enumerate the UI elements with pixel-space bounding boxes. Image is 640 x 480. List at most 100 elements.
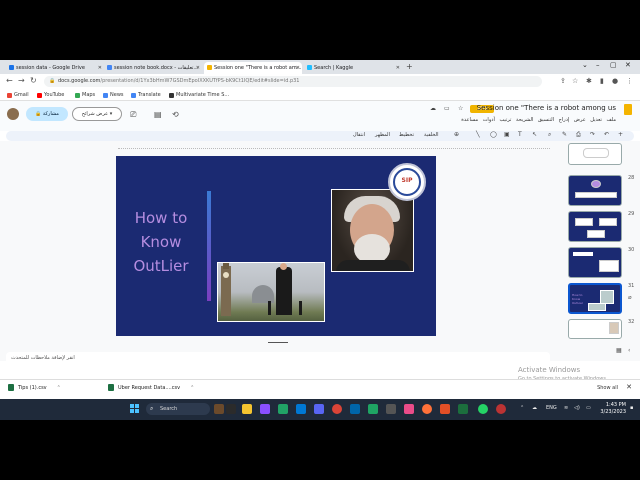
new-slide-icon[interactable]: + xyxy=(618,131,623,138)
slide-thumb-31[interactable]: How to Know OutLier xyxy=(568,283,622,314)
redo-icon[interactable]: ↷ xyxy=(590,131,595,138)
chevron-down-icon[interactable]: ⌃ xyxy=(190,385,194,391)
slide-thumb-27[interactable] xyxy=(568,143,622,165)
firefox-icon[interactable] xyxy=(422,404,432,414)
reload-icon[interactable]: ↻ xyxy=(30,76,37,85)
slide-thumb-30[interactable] xyxy=(568,247,622,278)
line-icon[interactable]: ╲ xyxy=(476,131,480,138)
grid-view-icon[interactable]: ▦ xyxy=(616,347,622,354)
url-input[interactable]: 🔒 docs.google.com/presentation/d/1Yx3bHm… xyxy=(44,76,542,87)
cloud-icon[interactable]: ☁ xyxy=(532,405,537,411)
new-tab-icon[interactable]: + xyxy=(406,62,413,72)
more-icon[interactable]: ⋮ xyxy=(626,77,633,85)
windows-start-icon[interactable] xyxy=(130,404,140,414)
excel-icon[interactable] xyxy=(278,404,288,414)
edge-icon[interactable] xyxy=(296,404,306,414)
link-icon[interactable]: ⌀ xyxy=(628,294,632,301)
bookmark-news[interactable]: News xyxy=(102,90,124,100)
notes-resize-handle[interactable] xyxy=(268,342,288,343)
select-icon[interactable]: ↖ xyxy=(532,131,537,138)
app-icon[interactable] xyxy=(496,404,506,414)
forward-icon[interactable]: → xyxy=(18,76,25,85)
volume-icon[interactable]: ◁) xyxy=(574,405,580,411)
close-icon[interactable]: ✕ xyxy=(296,62,300,74)
tab-slides[interactable]: Session one "There is a robot am... ✕ xyxy=(204,62,302,74)
close-icon[interactable]: ✕ xyxy=(626,383,632,391)
portrait-photo[interactable] xyxy=(331,189,414,272)
share-button[interactable]: 🔒 مشاركة xyxy=(26,107,68,121)
tab-kaggle[interactable]: Search | Kaggle ✕ xyxy=(304,62,402,74)
menu-bar[interactable]: ملف تعديل عرض إدراج التنسيق الشريحة ترتي… xyxy=(461,117,616,123)
slideshow-button[interactable]: عرض شرائح ▾ xyxy=(72,107,122,121)
transition-button[interactable]: انتقال xyxy=(353,132,365,138)
tab-docs[interactable]: session note book.docx - تعليقات... ✕ xyxy=(104,62,202,74)
task-view-icon[interactable] xyxy=(226,404,236,414)
app-icon[interactable] xyxy=(404,404,414,414)
taskbar-search[interactable]: ⌕ Search xyxy=(146,403,210,415)
paint-format-icon[interactable]: ✎ xyxy=(562,131,567,138)
tab-drive[interactable]: session data - Google Drive ✕ xyxy=(6,62,104,74)
notification-icon[interactable]: ▪ xyxy=(630,405,633,411)
slide-thumb-32[interactable] xyxy=(568,319,622,339)
zoom-icon[interactable]: ⌕ xyxy=(548,131,551,139)
bookmark-gmail[interactable]: Gmail xyxy=(6,90,29,100)
bookmark-maps[interactable]: Maps xyxy=(74,90,95,100)
widget-icon[interactable] xyxy=(214,404,224,414)
shape-icon[interactable]: ◯ xyxy=(490,131,497,138)
app-icon[interactable] xyxy=(458,404,468,414)
bookmark-multivariate[interactable]: Multivariate Time S... xyxy=(168,90,229,100)
print-icon[interactable]: ⎙ xyxy=(576,131,581,139)
close-icon[interactable]: ✕ xyxy=(98,62,102,74)
move-icon[interactable]: ▭ xyxy=(444,105,450,112)
collapse-icon[interactable]: ‹ xyxy=(628,347,630,354)
background-button[interactable]: الخلفية xyxy=(424,132,439,138)
chevron-up-icon[interactable]: ⌃ xyxy=(520,405,524,411)
sip-logo[interactable]: SIP xyxy=(388,163,426,201)
app-icon[interactable] xyxy=(386,404,396,414)
wifi-icon[interactable]: ≋ xyxy=(564,405,568,411)
language-indicator[interactable]: ENG xyxy=(546,405,557,411)
meet-icon[interactable]: ⎚ xyxy=(130,110,136,120)
sidebar-icon[interactable]: ▮ xyxy=(600,77,604,85)
profile-icon[interactable]: ● xyxy=(612,77,618,85)
history-icon[interactable]: ⟲ xyxy=(172,110,179,119)
slide-thumb-29[interactable] xyxy=(568,211,622,242)
vscode-icon[interactable] xyxy=(350,404,360,414)
comment-add-icon[interactable]: ⊕ xyxy=(454,131,459,138)
image-icon[interactable]: ▣ xyxy=(504,131,510,138)
clock[interactable]: 1:43 PM 3/23/2023 xyxy=(596,402,626,416)
minimize-icon[interactable]: – xyxy=(596,61,600,69)
chevron-down-icon[interactable]: ⌄ xyxy=(582,61,588,69)
comment-icon[interactable]: ▤ xyxy=(154,110,162,119)
pycharm-icon[interactable] xyxy=(368,404,378,414)
slides-logo-icon[interactable] xyxy=(624,104,632,115)
close-icon[interactable]: ✕ xyxy=(196,62,200,74)
close-icon[interactable]: ✕ xyxy=(396,62,400,74)
show-all-link[interactable]: Show all xyxy=(597,385,618,391)
discord-icon[interactable] xyxy=(314,404,324,414)
download-item[interactable]: Tips (1).csv ⌃ xyxy=(8,384,61,391)
maximize-icon[interactable]: ▢ xyxy=(610,61,617,69)
battery-icon[interactable]: ▭ xyxy=(586,405,591,411)
close-window-icon[interactable]: ✕ xyxy=(625,61,631,69)
speaker-notes[interactable]: انقر لإضافة ملاحظات للمتحدث xyxy=(6,352,550,366)
bookmark-youtube[interactable]: YouTube xyxy=(36,90,64,100)
app-icon[interactable] xyxy=(440,404,450,414)
visual-studio-icon[interactable] xyxy=(260,404,270,414)
undo-icon[interactable]: ↶ xyxy=(604,131,609,138)
back-icon[interactable]: ← xyxy=(6,76,13,85)
textbox-icon[interactable]: T xyxy=(518,131,522,138)
businessman-photo[interactable] xyxy=(217,262,325,322)
chevron-down-icon[interactable]: ⌃ xyxy=(57,385,61,391)
slide-title[interactable]: How to Know OutLier xyxy=(130,206,192,278)
avatar[interactable] xyxy=(7,108,19,120)
star-icon[interactable]: ☆ xyxy=(458,105,463,112)
whatsapp-icon[interactable] xyxy=(478,404,488,414)
layout-button[interactable]: تخطيط xyxy=(399,132,414,138)
chrome-icon[interactable] xyxy=(332,404,342,414)
bookmark-translate[interactable]: Translate xyxy=(130,90,161,100)
star-icon[interactable]: ☆ xyxy=(572,77,578,85)
extensions-icon[interactable]: ✱ xyxy=(586,77,592,85)
slide-canvas[interactable]: How to Know OutLier SIP xyxy=(116,156,436,336)
file-explorer-icon[interactable] xyxy=(242,404,252,414)
